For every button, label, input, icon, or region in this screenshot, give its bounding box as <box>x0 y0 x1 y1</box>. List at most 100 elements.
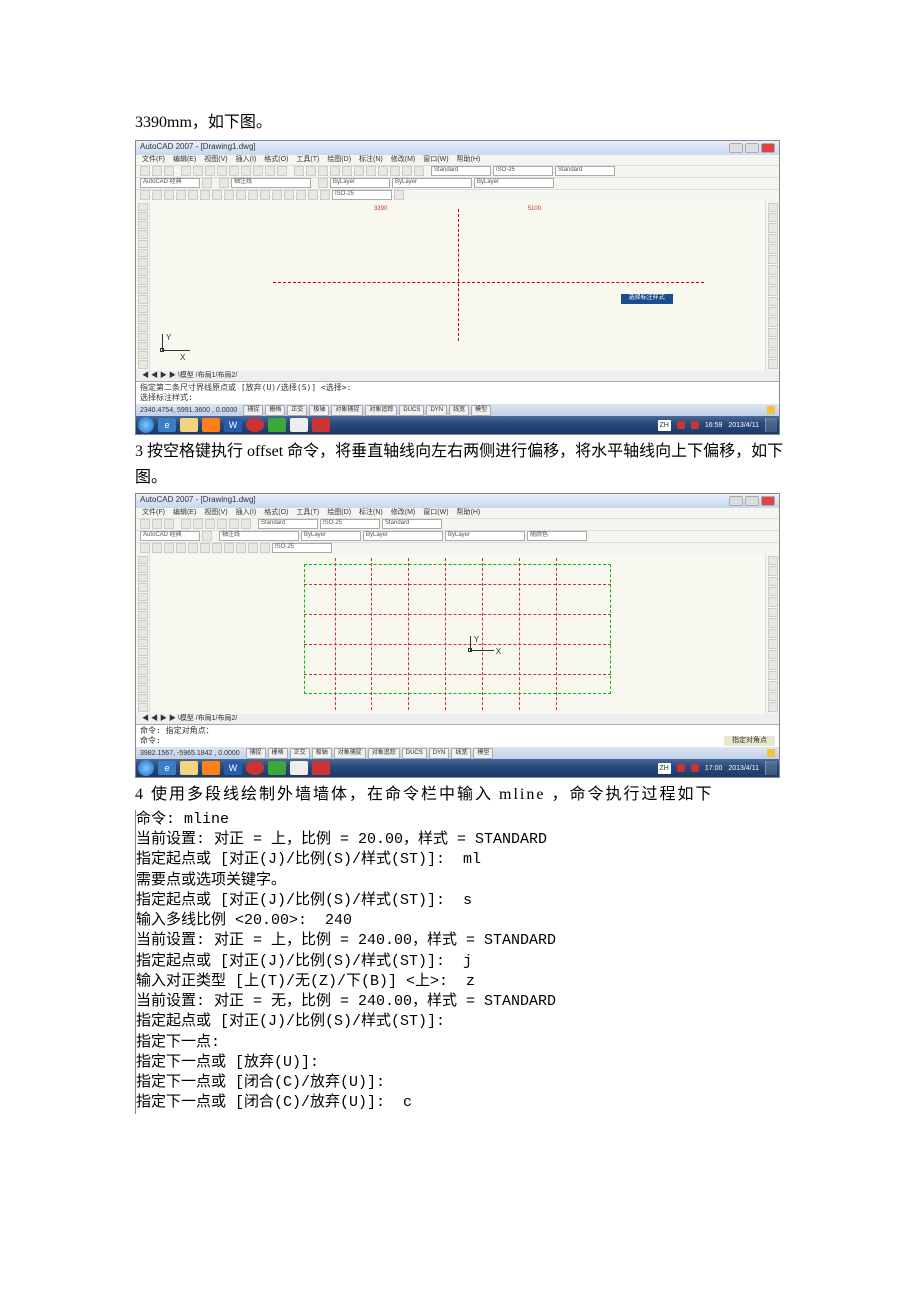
point-icon[interactable] <box>138 314 148 322</box>
block-icon[interactable] <box>138 657 148 665</box>
maximize-button[interactable] <box>745 496 759 506</box>
plotstyle-drop[interactable]: 随颜色 <box>527 531 587 541</box>
firefox-icon[interactable] <box>202 418 220 432</box>
array-icon[interactable] <box>768 244 778 253</box>
menu-item[interactable]: 帮助(H) <box>457 507 481 518</box>
canvas[interactable]: 3390 5100 选择标注样式 YX <box>150 201 765 371</box>
print-icon[interactable] <box>181 519 191 529</box>
pline-icon[interactable] <box>138 221 148 229</box>
move-icon[interactable] <box>768 255 778 264</box>
erase-icon[interactable] <box>768 203 778 212</box>
explode-icon[interactable] <box>768 702 778 711</box>
linetype-drop[interactable]: ByLayer <box>392 178 472 188</box>
model-toggle[interactable]: 模型 <box>471 405 491 417</box>
color-drop[interactable]: ByLayer <box>330 178 390 188</box>
redo-icon[interactable] <box>277 166 287 176</box>
stretch-icon[interactable] <box>768 639 778 648</box>
menu-item[interactable]: 编辑(E) <box>173 154 196 165</box>
insert-icon[interactable] <box>138 295 148 303</box>
tray-icon[interactable] <box>677 764 685 772</box>
paste-icon[interactable] <box>217 519 227 529</box>
arc-icon[interactable] <box>138 249 148 257</box>
line-icon[interactable] <box>138 203 148 211</box>
ie-icon[interactable]: e <box>158 761 176 775</box>
line-icon[interactable] <box>138 556 148 564</box>
region-icon[interactable] <box>138 685 148 693</box>
dim-style-icon[interactable] <box>394 190 404 200</box>
table-style-drop[interactable]: Standard <box>555 166 615 176</box>
paste-icon[interactable] <box>241 166 251 176</box>
start-button[interactable] <box>138 760 154 776</box>
menu-item[interactable]: 修改(M) <box>391 154 416 165</box>
dim-aligned-icon[interactable] <box>152 190 162 200</box>
menu-item[interactable]: 绘图(D) <box>327 507 351 518</box>
trim-icon[interactable] <box>768 297 778 306</box>
dim-aligned-icon[interactable] <box>152 543 162 553</box>
gradient-icon[interactable] <box>138 333 148 341</box>
command-line[interactable]: 指定第二条尺寸界线原点或 [放弃(U)/选择(S)] <选择>: 选择标注样式: <box>136 381 779 405</box>
snap-toggle[interactable]: 捕捉 <box>243 405 263 417</box>
layer-drop[interactable]: 轴注线 <box>231 178 311 188</box>
table-icon[interactable] <box>138 351 148 359</box>
menu-item[interactable]: 标注(N) <box>359 154 383 165</box>
menu-item[interactable]: 编辑(E) <box>173 507 196 518</box>
scale-icon[interactable] <box>768 276 778 285</box>
dim-center-icon[interactable] <box>284 190 294 200</box>
text-style-drop[interactable]: Standard <box>258 519 318 529</box>
calc-icon[interactable] <box>402 166 412 176</box>
undo-icon[interactable] <box>229 519 239 529</box>
show-desktop[interactable] <box>765 761 777 775</box>
revcloud-icon[interactable] <box>138 268 148 276</box>
app-icon[interactable] <box>268 761 286 775</box>
mtext-icon[interactable] <box>138 360 148 368</box>
offset-icon[interactable] <box>768 587 778 596</box>
qq-icon[interactable] <box>246 418 264 432</box>
open-icon[interactable] <box>152 166 162 176</box>
copy-icon[interactable] <box>205 519 215 529</box>
fillet-icon[interactable] <box>768 692 778 701</box>
menu-item[interactable]: 窗口(W) <box>423 507 448 518</box>
table-style-drop[interactable]: Standard <box>382 519 442 529</box>
redo-icon[interactable] <box>241 519 251 529</box>
lwt-toggle[interactable]: 线宽 <box>451 748 471 760</box>
linetype-drop[interactable]: ByLayer <box>363 531 443 541</box>
dim-edit-icon[interactable] <box>260 543 270 553</box>
tray-icon[interactable] <box>691 421 699 429</box>
preview-icon[interactable] <box>193 166 203 176</box>
xline-icon[interactable] <box>138 565 148 573</box>
zoom-window-icon[interactable] <box>318 166 328 176</box>
ellipse-icon[interactable] <box>138 639 148 647</box>
lock-icon[interactable] <box>767 749 775 757</box>
trim-icon[interactable] <box>768 650 778 659</box>
menu-item[interactable]: 标注(N) <box>359 507 383 518</box>
word-icon[interactable]: W <box>224 418 242 432</box>
dim-ord-icon[interactable] <box>176 543 186 553</box>
join-icon[interactable] <box>768 328 778 337</box>
help-icon[interactable] <box>414 166 424 176</box>
stretch-icon[interactable] <box>768 286 778 295</box>
dim-arc-icon[interactable] <box>164 543 174 553</box>
markers-icon[interactable] <box>390 166 400 176</box>
ducs-toggle[interactable]: DUCS <box>399 405 424 417</box>
menu-item[interactable]: 视图(V) <box>204 154 227 165</box>
match-icon[interactable] <box>253 166 263 176</box>
dim-dia-icon[interactable] <box>200 543 210 553</box>
new-icon[interactable] <box>140 519 150 529</box>
dyn-toggle[interactable]: DYN <box>426 405 447 417</box>
model-tabs[interactable]: ◀ ◀ ▶ ▶ \模型 /布局1/布局2/ <box>136 371 779 381</box>
ducs-toggle[interactable]: DUCS <box>402 748 427 760</box>
poly-icon[interactable] <box>138 583 148 591</box>
explorer-icon[interactable] <box>180 418 198 432</box>
dc-icon[interactable] <box>354 166 364 176</box>
cut-icon[interactable] <box>217 166 227 176</box>
menu-item[interactable]: 绘图(D) <box>327 154 351 165</box>
dim-tedit-icon[interactable] <box>308 190 318 200</box>
autocad-icon[interactable] <box>312 418 330 432</box>
otrack-toggle[interactable]: 对象追踪 <box>368 748 400 760</box>
tray-icon[interactable] <box>691 764 699 772</box>
menu-item[interactable]: 窗口(W) <box>423 154 448 165</box>
osnap-toggle[interactable]: 对象捕捉 <box>334 748 366 760</box>
revcloud-icon[interactable] <box>138 620 148 628</box>
qq-icon[interactable] <box>246 761 264 775</box>
chamfer-icon[interactable] <box>768 338 778 347</box>
